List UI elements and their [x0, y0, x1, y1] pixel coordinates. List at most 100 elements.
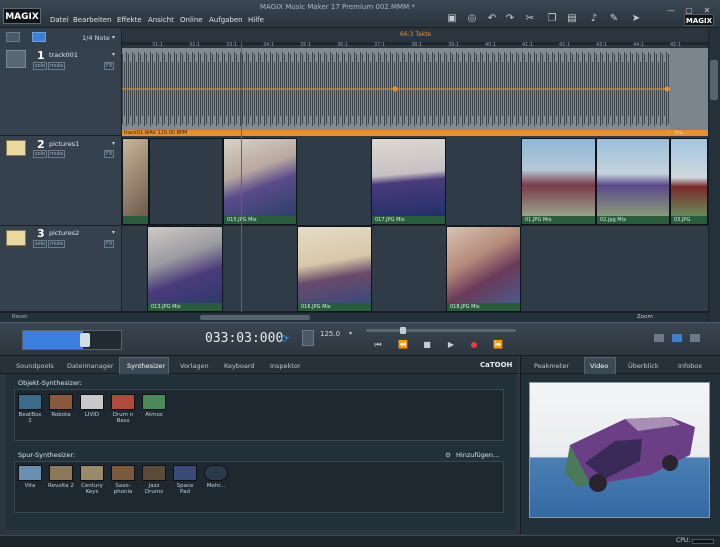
tab-inspektor[interactable]: Inspektor — [270, 362, 301, 370]
picture-clip[interactable] — [122, 138, 149, 225]
scissors-icon[interactable]: ✂ — [524, 13, 536, 25]
synth-saxophonia[interactable]: Saxo-phonia — [110, 465, 136, 495]
redo-icon[interactable]: ↷ — [504, 13, 516, 25]
play-icon[interactable]: ▶ — [444, 340, 458, 350]
synth-more[interactable]: Mehr... — [203, 465, 229, 489]
solo-button[interactable]: solo — [33, 62, 48, 70]
synth-beatbox-2[interactable]: BeatBox 2 — [17, 394, 43, 424]
note-icon[interactable]: ♪ — [588, 13, 600, 25]
mute-button[interactable]: mute — [48, 240, 66, 248]
picture-clip[interactable]: 017.JPG Mix — [371, 138, 446, 225]
picture-clip[interactable]: 016.JPG Mix — [297, 226, 372, 312]
stop-icon[interactable]: ■ — [420, 340, 434, 350]
picture-clip[interactable]: 015.JPG Mix — [223, 138, 297, 225]
horizontal-scrollbar[interactable] — [0, 312, 708, 322]
pointer-icon[interactable]: ➤ — [630, 13, 642, 25]
synth-vita[interactable]: Vita — [17, 465, 43, 489]
track-name-1[interactable]: track001 — [49, 51, 78, 59]
synth-jazz-drums[interactable]: Jazz Drums — [141, 465, 167, 495]
tab-soundpools[interactable]: Soundpools — [16, 362, 54, 370]
chevron-down-icon[interactable]: ▾ — [349, 330, 352, 337]
layout-icon[interactable] — [672, 334, 682, 342]
tab-ueberblick[interactable]: Überblick — [628, 362, 659, 370]
minimize-icon[interactable]: — — [664, 6, 678, 16]
fast-forward-icon[interactable]: ⏩ — [491, 340, 505, 350]
picture-clip[interactable]: 03.JPG — [670, 138, 708, 225]
fx-button[interactable]: FX — [104, 62, 115, 70]
fx-button[interactable]: FX — [104, 150, 115, 158]
quantize-select[interactable]: 1/4 Note — [82, 34, 110, 42]
gear-icon[interactable]: ⚙ — [445, 451, 451, 459]
globe-icon[interactable]: ◎ — [466, 13, 478, 25]
track-name-3[interactable]: pictures2 — [49, 229, 79, 237]
menu-effekte[interactable]: Effekte — [117, 16, 142, 24]
tab-synthesizer[interactable]: Synthesizer — [127, 362, 165, 370]
mute-button[interactable]: mute — [48, 150, 66, 158]
tab-vorlagen[interactable]: Vorlagen — [180, 362, 209, 370]
synth-century-keys[interactable]: Century Keys — [79, 465, 105, 495]
picture-clip[interactable]: 01.JPG Mix — [521, 138, 596, 225]
add-synth-button[interactable]: Hinzufügen... — [456, 451, 499, 459]
overview-handle[interactable] — [80, 333, 90, 347]
clip-thumbnail — [671, 139, 707, 216]
synth-atmos[interactable]: Atmos — [141, 394, 167, 418]
synth-name: Atmos — [145, 412, 163, 418]
chevron-down-icon[interactable]: ▾ — [112, 140, 115, 147]
synth-name: Drum n Bass — [112, 412, 134, 424]
arrange-view-icon[interactable] — [6, 32, 20, 42]
record-icon[interactable]: ● — [467, 340, 481, 350]
paste-icon[interactable]: ▤ — [566, 13, 578, 25]
playhead[interactable] — [241, 42, 242, 312]
tab-dateimanager[interactable]: Dateimanager — [67, 362, 114, 370]
catooh-logo[interactable]: CaTOOH — [480, 361, 512, 369]
horizontal-scroll-thumb[interactable] — [200, 315, 310, 320]
menu-datei[interactable]: Datei — [50, 16, 69, 24]
position-slider[interactable] — [366, 329, 516, 332]
solo-button[interactable]: solo — [33, 150, 48, 158]
copy-icon[interactable]: ❐ — [546, 13, 558, 25]
layout-icon[interactable] — [690, 334, 700, 342]
synth-livid[interactable]: LIVID — [79, 394, 105, 418]
solo-button[interactable]: solo — [33, 240, 48, 248]
audio-clip[interactable] — [122, 48, 708, 136]
clip-label: 016.JPG Mix — [298, 303, 371, 311]
position-slider-thumb[interactable] — [400, 327, 406, 334]
to-start-icon[interactable]: ⏮ — [371, 340, 385, 350]
layout-icon[interactable] — [654, 334, 664, 342]
fx-button[interactable]: FX — [104, 240, 115, 248]
tab-infobox[interactable]: Infobox — [678, 362, 702, 370]
sync-icon[interactable]: ⟳ — [281, 334, 289, 345]
picture-clip[interactable]: 02.jpg Mix — [596, 138, 670, 225]
synth-drum-n-bass[interactable]: Drum n Bass — [110, 394, 136, 424]
rewind-icon[interactable]: ⏪ — [396, 340, 410, 350]
menu-ansicht[interactable]: Ansicht — [148, 16, 174, 24]
tab-keyboard[interactable]: Keyboard — [224, 362, 255, 370]
zoom-control[interactable]: Zoom — [637, 314, 653, 320]
grid-view-icon[interactable] — [32, 32, 46, 42]
mixer-icon[interactable] — [6, 50, 26, 68]
tempo-value[interactable]: 125.0 — [320, 330, 340, 338]
chevron-down-icon[interactable]: ▾ — [112, 34, 115, 41]
menu-hilfe[interactable]: Hilfe — [248, 16, 264, 24]
chevron-down-icon[interactable]: ▾ — [112, 51, 115, 58]
pencil-icon[interactable]: ✎ — [608, 13, 620, 25]
menu-aufgaben[interactable]: Aufgaben — [209, 16, 243, 24]
reset-button[interactable]: Reset — [12, 314, 27, 320]
save-icon[interactable]: ▣ — [446, 13, 458, 25]
synth-name: Century Keys — [81, 483, 103, 495]
tab-video[interactable]: Video — [590, 362, 608, 370]
synth-robota[interactable]: Robota — [48, 394, 74, 418]
undo-icon[interactable]: ↶ — [486, 13, 498, 25]
vertical-scroll-thumb[interactable] — [710, 60, 718, 100]
synth-revolta-2[interactable]: Revolta 2 — [48, 465, 74, 489]
menu-bearbeiten[interactable]: Bearbeiten — [73, 16, 111, 24]
menu-online[interactable]: Online — [180, 16, 203, 24]
synth-space-pad[interactable]: Space Pad — [172, 465, 198, 495]
track-name-2[interactable]: pictures1 — [49, 140, 79, 148]
synth-name: Vita — [24, 483, 36, 489]
picture-clip[interactable]: 013.JPG Mix — [147, 226, 223, 312]
tab-peakmeter[interactable]: Peakmeter — [534, 362, 569, 370]
chevron-down-icon[interactable]: ▾ — [112, 229, 115, 236]
picture-clip[interactable]: 018.JPG Mix — [446, 226, 521, 312]
mute-button[interactable]: mute — [48, 62, 66, 70]
